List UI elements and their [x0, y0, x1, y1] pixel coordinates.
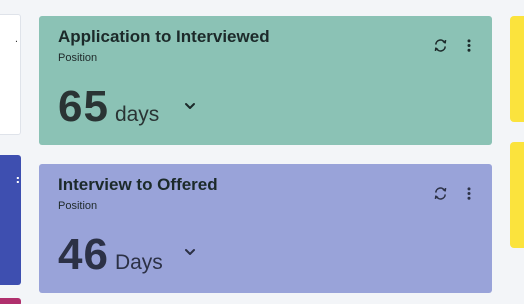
partial-text-fragment: · — [14, 37, 18, 48]
dashboard: · : Application to Interviewed Position … — [0, 0, 524, 304]
metric-value-row: 65 days — [58, 82, 159, 132]
refresh-icon[interactable] — [433, 186, 448, 201]
partial-card-right-top[interactable] — [510, 16, 524, 122]
card-subtitle: Position — [58, 52, 98, 64]
partial-card-left-top: · — [0, 14, 21, 135]
metric-unit: Days — [114, 251, 163, 274]
metric-card-interview-to-offered: Interview to Offered Position 46 Days — [39, 164, 492, 293]
metric-unit: days — [114, 103, 160, 126]
metric-card-application-to-interviewed: Application to Interviewed Position 65 d… — [39, 16, 492, 145]
more-vertical-icon[interactable] — [464, 38, 474, 53]
metric-value: 65 — [58, 82, 109, 131]
partial-text-fragment: : — [15, 173, 20, 186]
partial-card-left-bottom[interactable] — [0, 298, 21, 304]
chevron-down-icon[interactable] — [184, 101, 196, 111]
card-subtitle: Position — [58, 200, 98, 212]
card-title: Interview to Offered — [58, 175, 218, 194]
card-title: Application to Interviewed — [58, 27, 270, 46]
metric-value: 46 — [58, 230, 109, 279]
chevron-down-icon[interactable] — [184, 247, 196, 257]
more-vertical-icon[interactable] — [464, 186, 474, 201]
partial-card-right-bottom[interactable] — [510, 142, 524, 248]
refresh-icon[interactable] — [433, 38, 448, 53]
metric-value-row: 46 Days — [58, 230, 163, 280]
partial-card-left-middle[interactable]: : — [0, 155, 21, 285]
